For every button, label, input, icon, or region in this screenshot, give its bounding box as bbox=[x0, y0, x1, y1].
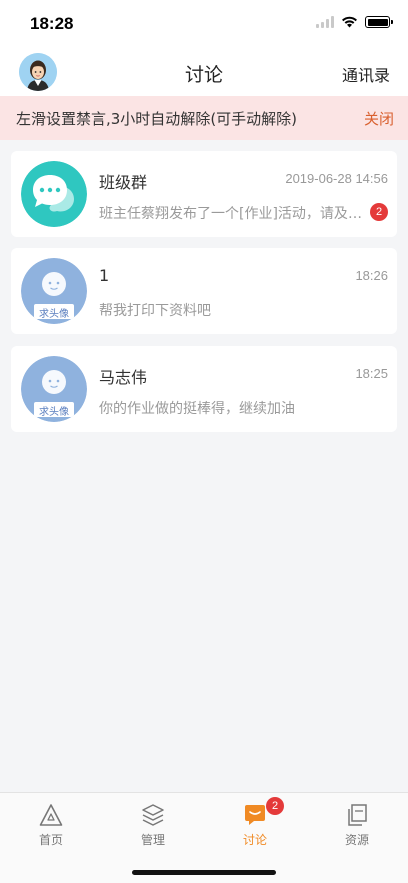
tab-home[interactable]: 首页 bbox=[0, 793, 102, 857]
conversation-time: 18:25 bbox=[355, 366, 388, 381]
contacts-button[interactable]: 通讯录 bbox=[342, 62, 390, 86]
notice-text: 左滑设置禁言,3小时自动解除(可手动解除) bbox=[16, 109, 298, 128]
status-time: 18:28 bbox=[30, 14, 74, 33]
conversation-time: 2019-06-28 14:56 bbox=[285, 171, 388, 186]
placeholder-avatar: 求头像 bbox=[21, 258, 87, 324]
home-indicator bbox=[132, 870, 276, 875]
conversation-preview: 帮我打印下资料吧 bbox=[99, 303, 211, 319]
avatar-placeholder-text: 求头像 bbox=[39, 309, 69, 320]
chat-bubble-icon bbox=[21, 161, 87, 227]
home-triangle-icon bbox=[39, 804, 63, 826]
notice-banner: 左滑设置禁言,3小时自动解除(可手动解除) 关闭 bbox=[0, 96, 408, 140]
tab-badge: 2 bbox=[266, 797, 284, 815]
unread-badge: 2 bbox=[370, 203, 388, 221]
tab-label: 首页 bbox=[38, 833, 63, 847]
conversation-preview: 你的作业做的挺棒得，继续加油 bbox=[99, 401, 295, 417]
resources-icon bbox=[348, 804, 367, 826]
discussion-icon bbox=[245, 805, 265, 825]
status-icons bbox=[316, 16, 393, 28]
tab-resources[interactable]: 资源 bbox=[306, 793, 408, 857]
conversation-name: 班级群 bbox=[99, 173, 148, 192]
battery-icon bbox=[365, 16, 393, 28]
tab-label: 资源 bbox=[344, 833, 369, 847]
conversation-item-ma-zhiwei[interactable]: 求头像 马志伟 18:25 你的作业做的挺棒得，继续加油 bbox=[11, 346, 397, 432]
wifi-icon bbox=[342, 16, 357, 28]
placeholder-avatar: 求头像 bbox=[21, 356, 87, 422]
conversation-name: 1 bbox=[99, 266, 110, 285]
tab-label: 讨论 bbox=[242, 833, 267, 847]
layers-icon bbox=[142, 804, 164, 826]
group-avatar bbox=[21, 161, 87, 227]
signal-icon bbox=[316, 16, 334, 28]
tab-discussion[interactable]: 2 讨论 bbox=[204, 793, 306, 857]
conversation-time: 18:26 bbox=[355, 268, 388, 283]
conversation-item-1[interactable]: 求头像 1 18:26 帮我打印下资料吧 bbox=[11, 248, 397, 334]
nav-header: 讨论 通讯录 bbox=[0, 48, 408, 96]
conversation-item-class-group[interactable]: 班级群 2019-06-28 14:56 班主任蔡翔发布了一个[作业]活动，请及… bbox=[11, 151, 397, 237]
tab-manage[interactable]: 管理 bbox=[102, 793, 204, 857]
notice-close-button[interactable]: 关闭 bbox=[364, 108, 394, 129]
conversation-name: 马志伟 bbox=[99, 368, 148, 387]
avatar-placeholder-text: 求头像 bbox=[39, 407, 69, 418]
conversation-preview: 班主任蔡翔发布了一个[作业]活动，请及时查看 bbox=[99, 206, 364, 222]
status-bar: 18:28 bbox=[0, 0, 408, 48]
tab-bar: 首页 管理 2 讨论 资源 bbox=[0, 792, 408, 883]
tab-label: 管理 bbox=[140, 833, 165, 847]
